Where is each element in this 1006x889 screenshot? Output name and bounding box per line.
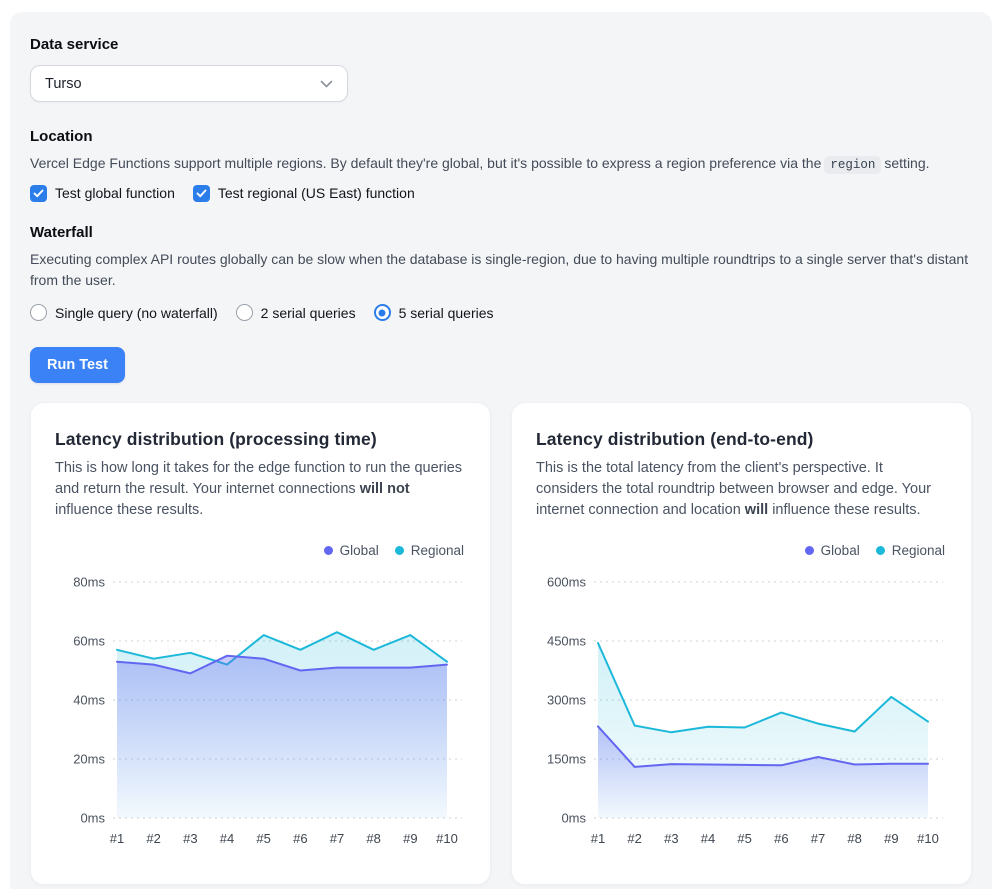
svg-text:450ms: 450ms [547,634,587,649]
waterfall-heading: Waterfall [30,224,972,241]
data-service-heading: Data service [30,36,972,53]
legend-label: Regional [892,543,945,558]
svg-text:#6: #6 [293,831,307,846]
waterfall-description: Executing complex API routes globally ca… [30,249,972,292]
charts-row: Latency distribution (processing time) T… [30,402,972,885]
run-test-button[interactable]: Run Test [30,347,125,383]
global-legend-dot-icon [805,546,814,555]
legend-item-global: Global [805,543,860,558]
data-service-select[interactable]: Turso [30,65,348,102]
checkbox-checked-icon [30,185,47,202]
legend-item-regional: Regional [876,543,945,558]
main-panel: Data service Turso Location Vercel Edge … [10,12,992,889]
checkbox-test-regional[interactable]: Test regional (US East) function [193,185,415,202]
card-processing-time: Latency distribution (processing time) T… [30,402,491,885]
svg-text:#2: #2 [146,831,160,846]
svg-text:#3: #3 [664,831,678,846]
regional-legend-dot-icon [876,546,885,555]
radio-label: 2 serial queries [261,305,356,321]
radio-single-query[interactable]: Single query (no waterfall) [30,304,218,321]
radio-5-serial-queries[interactable]: 5 serial queries [374,304,494,321]
end-to-end-chart: 0ms 150ms 300ms 450ms 600ms #1 #2 #3 #4 #5 #6 #7 #8 #… [536,566,945,858]
svg-text:80ms: 80ms [73,575,105,590]
processing-time-chart: 0ms 20ms 40ms 60ms 80ms #1 #2 #3 #4 #5 #6 #7 #8 #9 #10 [55,566,464,858]
svg-text:#9: #9 [884,831,898,846]
location-checkbox-row: Test global function Test regional (US E… [30,185,972,202]
svg-text:40ms: 40ms [73,693,105,708]
svg-text:#1: #1 [110,831,124,846]
legend-label: Global [821,543,860,558]
svg-text:60ms: 60ms [73,634,105,649]
svg-text:#3: #3 [183,831,197,846]
svg-text:#6: #6 [774,831,788,846]
radio-label: Single query (no waterfall) [55,305,218,321]
chevron-down-icon [320,80,333,88]
svg-text:#8: #8 [847,831,861,846]
svg-text:#4: #4 [701,831,715,846]
svg-text:0ms: 0ms [80,811,105,826]
svg-text:#7: #7 [330,831,344,846]
svg-text:#5: #5 [737,831,751,846]
checkbox-checked-icon [193,185,210,202]
radio-label: 5 serial queries [399,305,494,321]
svg-text:0ms: 0ms [561,811,586,826]
location-heading: Location [30,128,972,145]
svg-text:150ms: 150ms [547,752,587,767]
radio-2-serial-queries[interactable]: 2 serial queries [236,304,356,321]
checkbox-label: Test global function [55,185,175,201]
svg-text:#5: #5 [256,831,270,846]
legend-label: Global [340,543,379,558]
card-title: Latency distribution (end-to-end) [536,429,947,450]
regional-legend-dot-icon [395,546,404,555]
radio-selected-icon [374,304,391,321]
svg-text:#2: #2 [627,831,641,846]
svg-text:#4: #4 [220,831,234,846]
card-end-to-end: Latency distribution (end-to-end) This i… [511,402,972,885]
card-title: Latency distribution (processing time) [55,429,466,450]
card-description: This is how long it takes for the edge f… [55,458,466,521]
svg-text:#8: #8 [366,831,380,846]
svg-text:#9: #9 [403,831,417,846]
card-description: This is the total latency from the clien… [536,458,947,521]
svg-text:#1: #1 [591,831,605,846]
svg-text:300ms: 300ms [547,693,587,708]
checkbox-label: Test regional (US East) function [218,185,415,201]
svg-text:600ms: 600ms [547,575,587,590]
svg-text:20ms: 20ms [73,752,105,767]
svg-text:#10: #10 [436,831,458,846]
data-service-selected-value: Turso [45,76,82,92]
checkbox-test-global[interactable]: Test global function [30,185,175,202]
chart-legend: Global Regional [55,543,464,558]
legend-item-regional: Regional [395,543,464,558]
radio-icon [236,304,253,321]
svg-text:#10: #10 [917,831,939,846]
radio-icon [30,304,47,321]
legend-label: Regional [411,543,464,558]
chart-legend: Global Regional [536,543,945,558]
waterfall-radio-row: Single query (no waterfall) 2 serial que… [30,304,972,321]
global-legend-dot-icon [324,546,333,555]
region-code-chip: region [824,156,881,174]
svg-text:#7: #7 [811,831,825,846]
legend-item-global: Global [324,543,379,558]
location-description: Vercel Edge Functions support multiple r… [30,153,972,175]
